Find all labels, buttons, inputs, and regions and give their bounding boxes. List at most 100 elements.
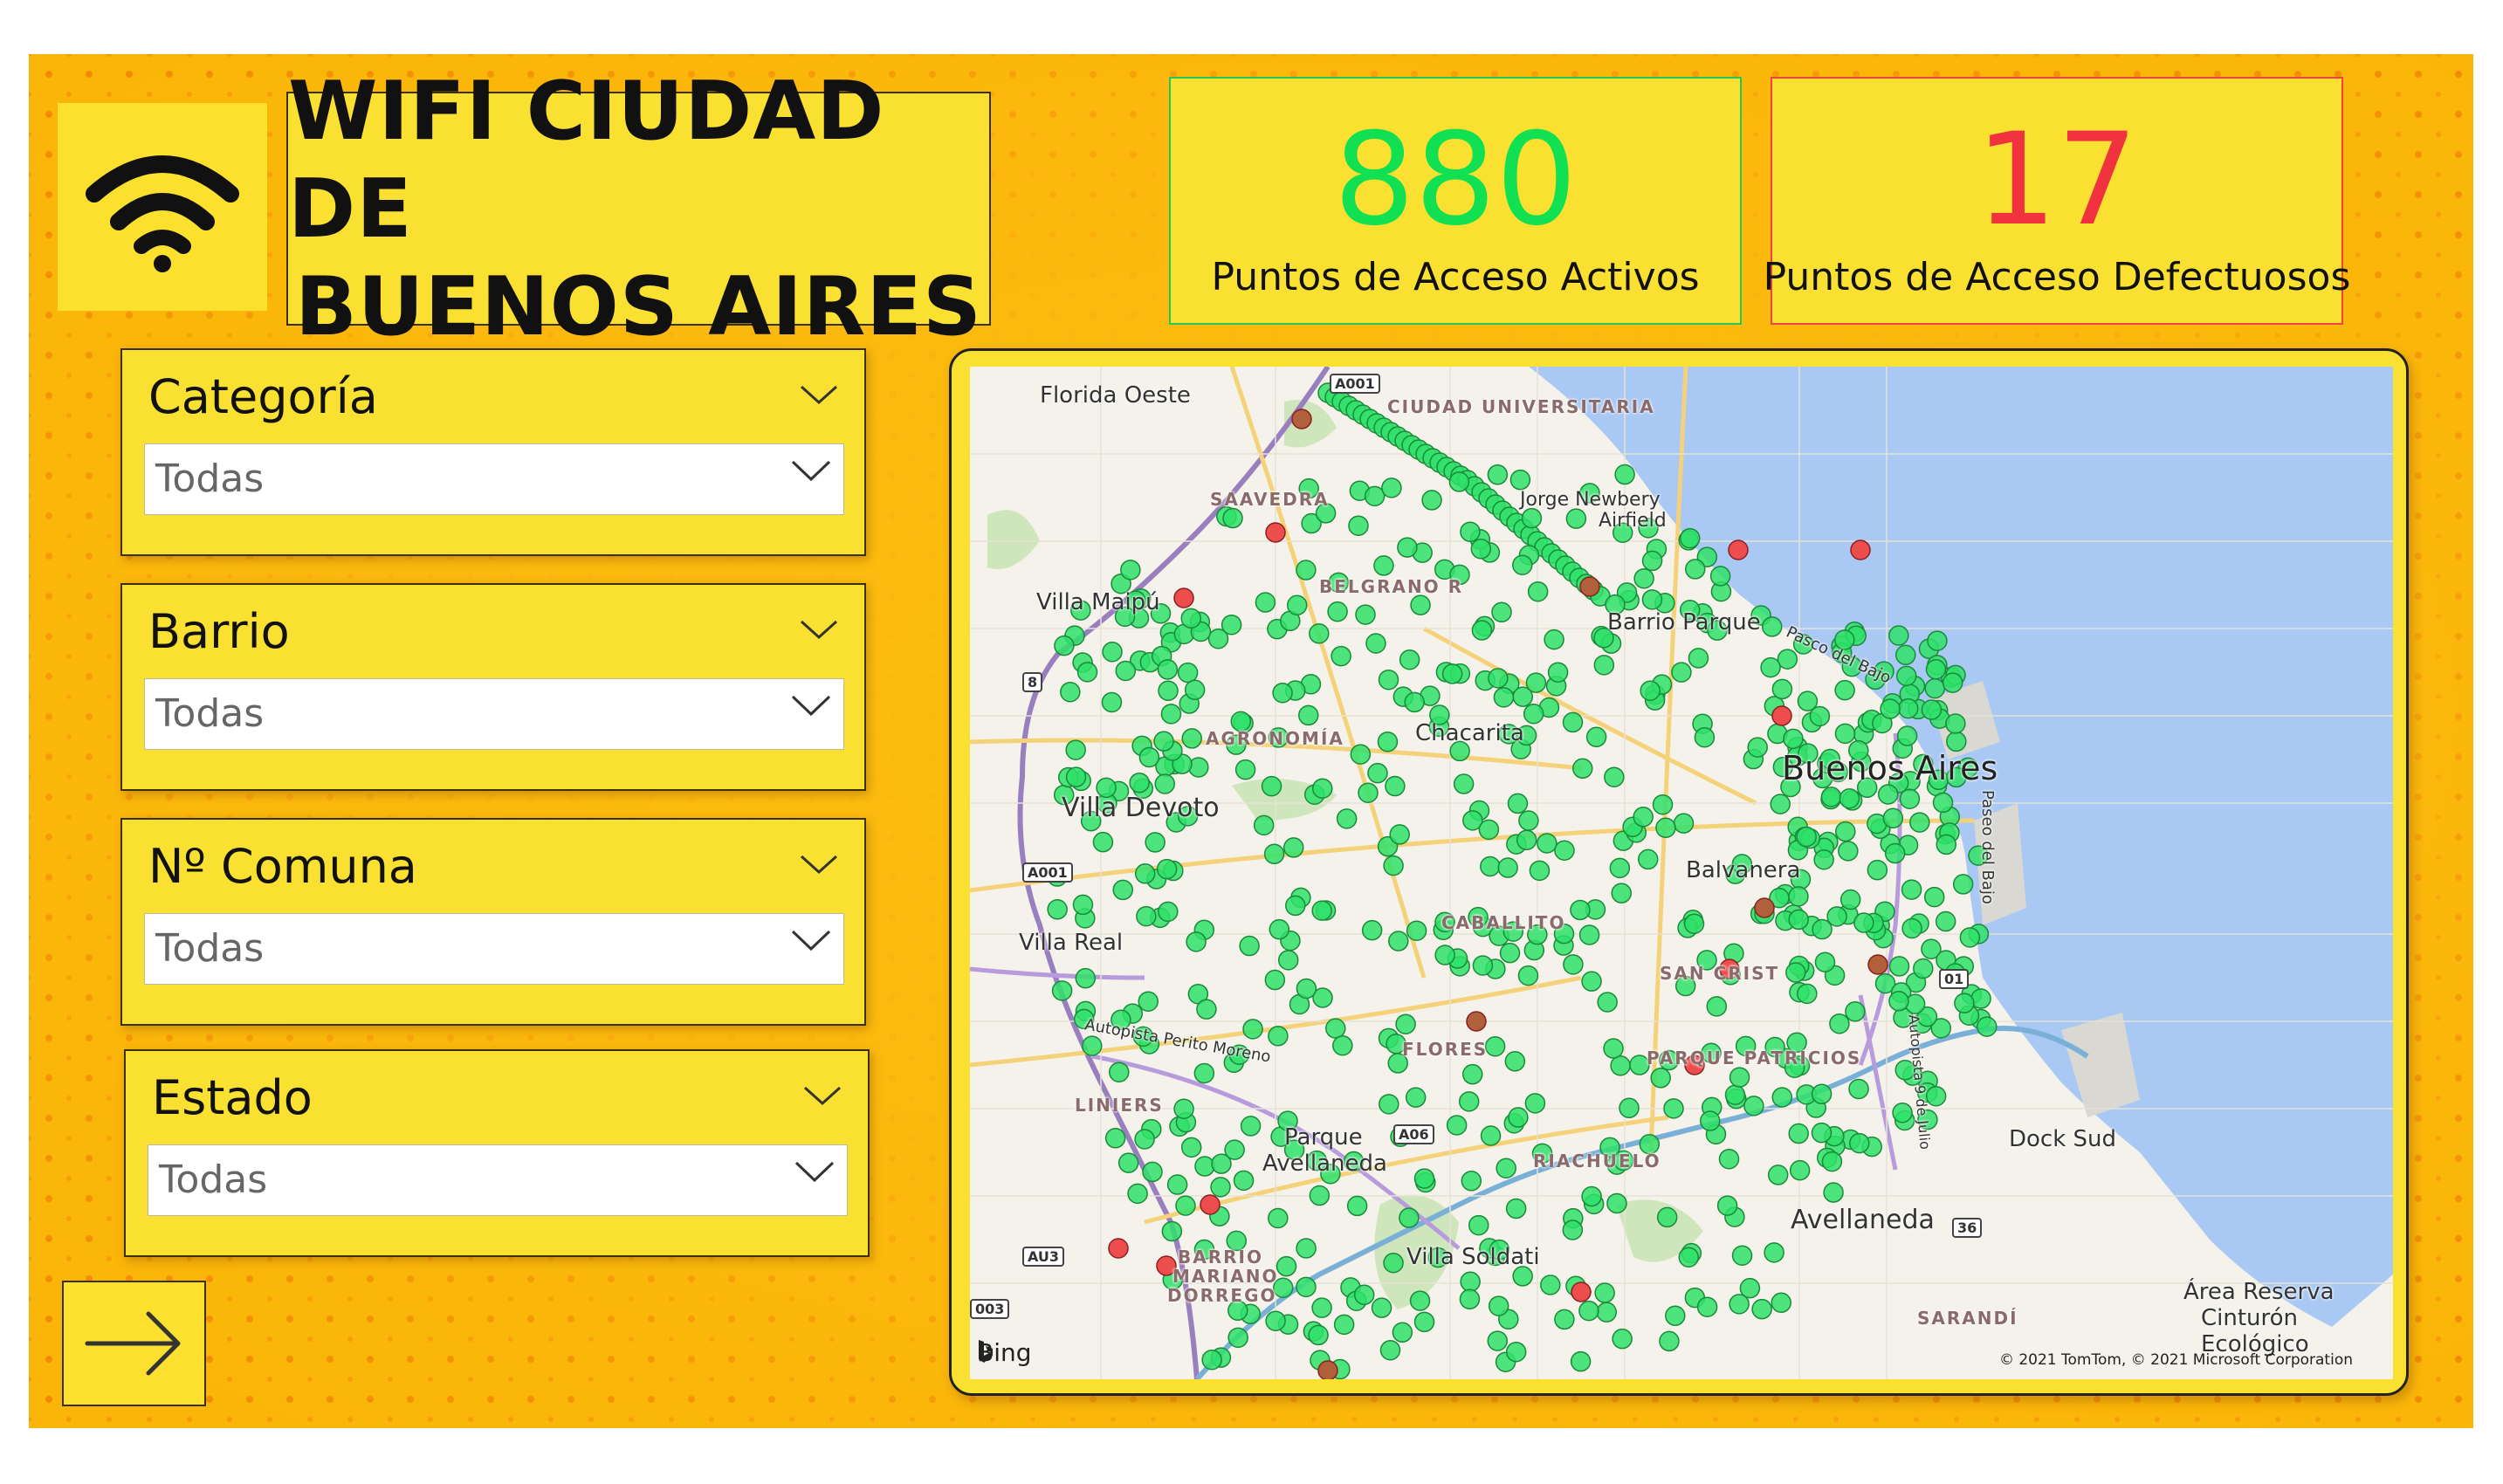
access-point-active[interactable] xyxy=(1145,832,1166,853)
access-point-active[interactable] xyxy=(1239,935,1260,957)
access-point-active[interactable] xyxy=(1838,841,1859,862)
access-point-active[interactable] xyxy=(1389,824,1410,845)
access-point-active[interactable] xyxy=(1650,1068,1671,1089)
access-point-active[interactable] xyxy=(1138,991,1159,1012)
access-point-active[interactable] xyxy=(1811,1083,1833,1105)
access-point-active[interactable] xyxy=(1839,788,1860,809)
access-point-active[interactable] xyxy=(1783,728,1804,750)
access-point-active[interactable] xyxy=(1665,1305,1686,1327)
access-point-active[interactable] xyxy=(1333,1314,1355,1336)
access-point-active[interactable] xyxy=(1336,808,1358,829)
access-point-active[interactable] xyxy=(1193,1062,1215,1084)
access-point-active[interactable] xyxy=(1488,668,1509,689)
access-point-active[interactable] xyxy=(1512,554,1533,575)
access-point-active[interactable] xyxy=(1253,814,1275,836)
access-point-active[interactable] xyxy=(1609,857,1631,879)
access-point-active[interactable] xyxy=(1581,971,1602,992)
access-point-active[interactable] xyxy=(1487,1330,1509,1351)
access-point-active[interactable] xyxy=(1709,566,1731,587)
access-point-active[interactable] xyxy=(1678,1247,1700,1268)
access-point-active[interactable] xyxy=(1504,1051,1526,1072)
access-point-active[interactable] xyxy=(1175,1195,1196,1216)
access-point-active[interactable] xyxy=(1383,855,1404,876)
access-point-active[interactable] xyxy=(1157,659,1179,680)
access-point-active[interactable] xyxy=(1381,477,1402,498)
access-point-active[interactable] xyxy=(1597,992,1618,1013)
access-point-active[interactable] xyxy=(1529,860,1551,882)
access-point-active[interactable] xyxy=(1409,1290,1431,1311)
access-point-active[interactable] xyxy=(1311,900,1332,921)
access-point-active[interactable] xyxy=(1060,681,1081,703)
access-point-active[interactable] xyxy=(1788,886,1809,907)
access-point-active[interactable] xyxy=(1685,559,1706,580)
access-point-active[interactable] xyxy=(1355,604,1376,625)
access-point-active[interactable] xyxy=(1471,620,1493,641)
access-point-active[interactable] xyxy=(1265,1310,1286,1331)
barrio-dropdown[interactable]: Todas xyxy=(144,678,844,750)
access-point-active[interactable] xyxy=(1227,1327,1248,1349)
access-point-active[interactable] xyxy=(1399,649,1420,670)
access-point-active[interactable] xyxy=(1075,967,1097,989)
comuna-dropdown[interactable]: Todas xyxy=(144,913,844,985)
access-point-active[interactable] xyxy=(1201,1349,1222,1371)
access-point-active[interactable] xyxy=(1156,858,1178,880)
access-point-active[interactable] xyxy=(1770,794,1791,814)
access-point-active[interactable] xyxy=(1699,1110,1721,1131)
access-point-active[interactable] xyxy=(1706,996,1728,1017)
access-point-active[interactable] xyxy=(1508,1107,1529,1128)
access-point-active[interactable] xyxy=(1888,956,1910,977)
access-point-active[interactable] xyxy=(1109,1061,1130,1082)
access-point-active[interactable] xyxy=(1537,833,1557,854)
access-point-active[interactable] xyxy=(1158,680,1179,702)
access-point-active[interactable] xyxy=(1082,1035,1103,1056)
access-point-active[interactable] xyxy=(1461,1171,1482,1192)
access-point-active[interactable] xyxy=(1388,931,1409,952)
access-point-active[interactable] xyxy=(1186,931,1207,952)
access-point-active[interactable] xyxy=(1350,744,1372,765)
chevron-down-icon[interactable] xyxy=(800,620,838,641)
access-point-active[interactable] xyxy=(1413,1168,1435,1189)
access-point-active[interactable] xyxy=(1459,1288,1481,1310)
access-point-active[interactable] xyxy=(1378,669,1399,690)
access-point-active[interactable] xyxy=(1771,678,1793,700)
access-point-active[interactable] xyxy=(1554,1309,1575,1330)
access-point-active[interactable] xyxy=(1311,1297,1332,1318)
access-point-active[interactable] xyxy=(1181,728,1202,749)
access-point-active[interactable] xyxy=(1296,1238,1317,1259)
access-point-active[interactable] xyxy=(1261,775,1282,797)
access-point-active[interactable] xyxy=(1104,1128,1126,1149)
access-point-active[interactable] xyxy=(1578,924,1600,945)
access-point-active[interactable] xyxy=(1367,762,1388,784)
access-point-active[interactable] xyxy=(1901,917,1922,939)
access-point-active[interactable] xyxy=(1809,705,1831,727)
access-point-active[interactable] xyxy=(1101,691,1123,713)
access-point-active[interactable] xyxy=(1925,659,1947,680)
access-point-active[interactable] xyxy=(1365,633,1386,654)
access-point-active[interactable] xyxy=(1488,1295,1509,1316)
access-point-active[interactable] xyxy=(1296,1276,1317,1298)
access-point-active[interactable] xyxy=(1845,1001,1866,1022)
access-point-active[interactable] xyxy=(1901,879,1922,900)
access-point-active[interactable] xyxy=(1385,775,1406,797)
access-point-active[interactable] xyxy=(1895,665,1917,687)
access-point-active[interactable] xyxy=(1072,894,1094,916)
access-point-active[interactable] xyxy=(1507,793,1529,814)
access-point-active[interactable] xyxy=(1563,954,1584,975)
access-point-active[interactable] xyxy=(1743,1096,1764,1116)
access-point-active[interactable] xyxy=(1848,1078,1869,1100)
access-point-active[interactable] xyxy=(1371,1297,1392,1318)
access-point-active[interactable] xyxy=(1895,644,1916,666)
access-point-active[interactable] xyxy=(1332,1034,1353,1056)
access-point-active[interactable] xyxy=(1129,772,1150,794)
access-point-active[interactable] xyxy=(1154,773,1176,794)
access-point-active[interactable] xyxy=(1523,703,1544,725)
access-point-active[interactable] xyxy=(1282,837,1304,858)
access-point-active[interactable] xyxy=(1311,778,1333,799)
access-point-active[interactable] xyxy=(1240,1116,1262,1137)
access-point-active[interactable] xyxy=(1127,1183,1148,1205)
access-point-active[interactable] xyxy=(1835,821,1856,842)
access-point-defective[interactable] xyxy=(1728,539,1749,560)
access-point-active[interactable] xyxy=(1839,889,1861,910)
access-point-active[interactable] xyxy=(1673,813,1695,834)
access-point-active[interactable] xyxy=(1562,1219,1584,1240)
